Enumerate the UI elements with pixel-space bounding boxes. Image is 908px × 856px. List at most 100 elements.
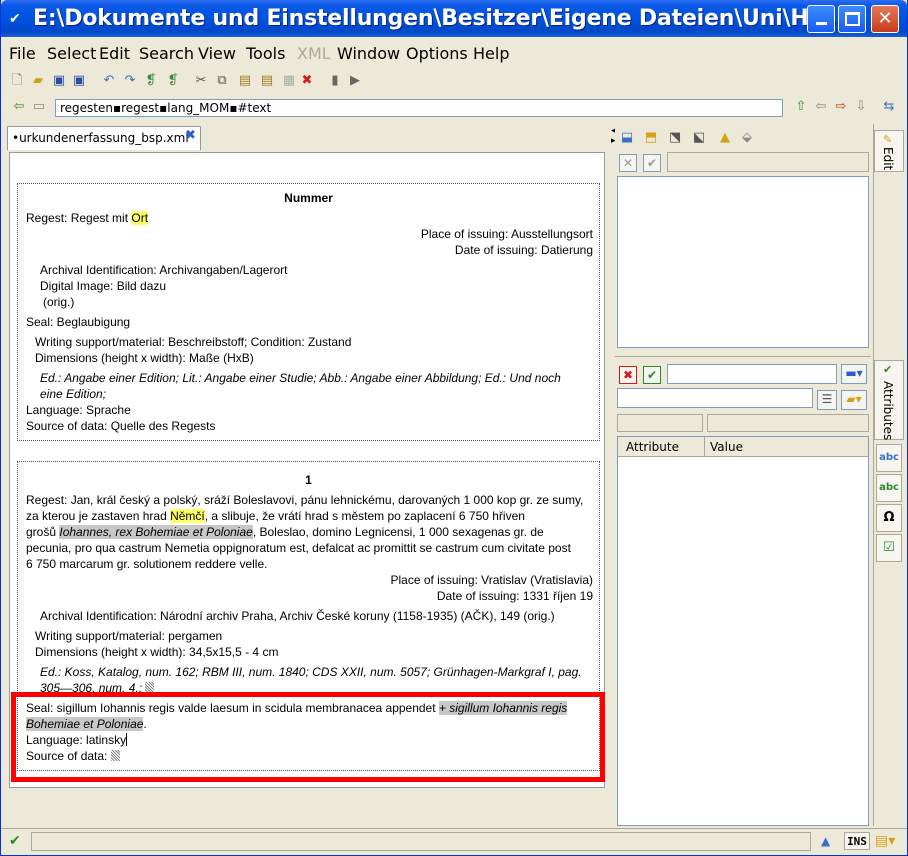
maximize-button[interactable] — [838, 5, 866, 33]
value-list-button[interactable]: ☰ — [817, 390, 837, 410]
move-down-icon[interactable]: ⇩ — [853, 99, 869, 115]
checklist-icon: ☑ — [883, 540, 895, 555]
language[interactable]: Language: Sprache — [26, 402, 131, 418]
dimensions[interactable]: Dimensions (height x width): 34,5x15,5 -… — [35, 644, 278, 660]
scroll-up-icon[interactable]: ▲ — [821, 834, 830, 848]
editions-line2[interactable]: eine Edition; — [40, 386, 106, 402]
delete-icon[interactable]: ✖ — [299, 73, 315, 89]
value-folder-button[interactable]: ▰▾ — [841, 390, 867, 410]
paste-special-icon[interactable]: ▤ — [259, 73, 275, 89]
add-attribute-button[interactable]: ✔ — [643, 366, 661, 384]
regest-line-2[interactable]: za kterou je zastaven hrad Němčí, a slib… — [26, 508, 525, 524]
sync-icon[interactable]: ⇆ — [881, 99, 897, 115]
date-of-issuing[interactable]: Date of issuing: Datierung — [455, 242, 593, 258]
document-tab-label: urkundenerfassung_bsp.xml — [19, 131, 189, 145]
insert-before-icon[interactable]: ⬓ — [619, 130, 635, 146]
tab-close-icon[interactable]: ✖ — [185, 128, 196, 143]
dimensions[interactable]: Dimensions (height x width): Maße (HxB) — [35, 350, 254, 366]
split-icon[interactable]: ▮ — [327, 73, 343, 89]
regest-entry-template[interactable]: Nummer Regest: Regest mit Ort Place of i… — [17, 183, 600, 441]
validation-button[interactable]: ☑ — [876, 534, 902, 562]
clipboard-icon[interactable]: ▤▾ — [875, 833, 895, 849]
writing-support[interactable]: Writing support/material: pergamen — [35, 628, 222, 644]
remove-attribute-button[interactable]: ✖ — [619, 366, 637, 384]
apply-edit-button[interactable]: ✔ — [643, 154, 661, 172]
writing-support[interactable]: Writing support/material: Beschreibstoff… — [35, 334, 351, 350]
original-marker[interactable]: (orig.) — [43, 294, 74, 310]
paste-icon[interactable]: ▤ — [237, 73, 253, 89]
attribute-value-field[interactable] — [617, 388, 813, 408]
regest-line-3[interactable]: grošů Iohannes, rex Bohemiae et Poloniae… — [26, 524, 544, 540]
document-tab[interactable]: •urkundenerfassung_bsp.xml — [7, 126, 201, 150]
menu-options[interactable]: Options — [406, 44, 468, 63]
attribute-table-header: Attribute Value — [618, 437, 868, 457]
undo-icon[interactable]: ↶ — [101, 73, 117, 89]
menu-search[interactable]: Search — [139, 44, 194, 63]
redo-icon[interactable]: ↷ — [122, 73, 138, 89]
save-all-icon[interactable]: ▣ — [71, 73, 87, 89]
digital-image[interactable]: Digital Image: Bild dazu — [40, 278, 166, 294]
attribute-dropdown-button[interactable]: ▬▾ — [841, 364, 867, 384]
menu-edit[interactable]: Edit — [99, 44, 130, 63]
folder-icon: ▰▾ — [846, 392, 862, 406]
attribute-table[interactable]: Attribute Value — [617, 436, 869, 826]
move-right-icon[interactable]: ⇨ — [833, 99, 849, 115]
menu-window[interactable]: Window — [337, 44, 400, 63]
editions-line1[interactable]: Ed.: Koss, Katalog, num. 162; RBM III, n… — [40, 664, 582, 680]
move-up-icon[interactable]: ⇧ — [793, 99, 809, 115]
spellcheck-options-icon[interactable]: ❡ — [165, 73, 181, 89]
spellcheck-panel-button[interactable]: abc — [876, 444, 902, 472]
column-value[interactable]: Value — [710, 440, 743, 454]
insert-child-icon[interactable]: ⬔ — [667, 130, 683, 146]
attribute-name-field[interactable] — [667, 364, 837, 384]
tab-edit[interactable]: ✎ Edit — [874, 130, 904, 172]
special-characters-button[interactable]: Ω — [876, 504, 902, 532]
status-message-area — [31, 832, 811, 851]
cut-icon[interactable]: ✂ — [193, 73, 209, 89]
regest-text: za kterou je zastaven hrad — [26, 509, 171, 523]
tab-attributes[interactable]: ✔ Attributes — [874, 360, 904, 440]
place-of-issuing[interactable]: Place of issuing: Vratislav (Vratislavia… — [390, 572, 593, 588]
cancel-edit-button[interactable]: ✕ — [619, 154, 637, 172]
regest-line-5[interactable]: 6 750 marcarum gr. solutionem reddere ve… — [26, 556, 267, 572]
window-title: E:\Dokumente und Einstellungen\Besitzer\… — [33, 6, 854, 31]
menu-select[interactable]: Select — [47, 44, 96, 63]
title-bar[interactable]: ✔ E:\Dokumente und Einstellungen\Besitze… — [1, 0, 907, 37]
menu-view[interactable]: View — [198, 44, 236, 63]
new-file-icon[interactable]: 🗋 — [9, 73, 25, 89]
column-attribute[interactable]: Attribute — [626, 440, 679, 454]
date-of-issuing[interactable]: Date of issuing: 1331 říjen 19 — [437, 588, 593, 604]
menu-tools[interactable]: Tools — [246, 44, 285, 63]
wrap-element-icon[interactable]: ▲ — [717, 130, 733, 146]
regest-line-4[interactable]: pecunia, pro qua castrum Nemetia oppigno… — [26, 540, 571, 556]
element-list[interactable] — [617, 176, 869, 348]
insert-after-icon[interactable]: ⬒ — [643, 130, 659, 146]
unwrap-element-icon[interactable]: ⬙ — [739, 130, 755, 146]
save-icon[interactable]: ▣ — [51, 73, 67, 89]
tab-attributes-label: Attributes — [881, 381, 895, 441]
minimize-button[interactable] — [807, 5, 835, 33]
insert-mode-indicator[interactable]: INS — [844, 832, 870, 850]
close-button[interactable]: ✕ — [871, 5, 899, 33]
move-left-icon[interactable]: ⇦ — [813, 99, 829, 115]
open-folder-icon[interactable]: ▰ — [30, 73, 46, 89]
spell-list-button[interactable]: abc — [876, 474, 902, 502]
spellcheck-icon[interactable]: ❡ — [143, 73, 159, 89]
editions-line1[interactable]: Ed.: Angabe einer Edition; Lit.: Angabe … — [40, 370, 561, 386]
archival-identification[interactable]: Archival Identification: Národní archiv … — [40, 608, 555, 624]
archival-identification[interactable]: Archival Identification: Archivangaben/L… — [40, 262, 287, 278]
regest-text[interactable]: Regest: Regest mit Ort — [26, 210, 149, 226]
copy-icon[interactable]: ⧉ — [214, 73, 230, 89]
append-child-icon[interactable]: ⬕ — [691, 130, 707, 146]
red-cross-icon: ✖ — [622, 368, 634, 382]
seal[interactable]: Seal: Beglaubigung — [26, 314, 130, 330]
place-of-issuing[interactable]: Place of issuing: Ausstellungsort — [421, 226, 593, 242]
source-of-data[interactable]: Source of data: Quelle des Regests — [26, 418, 215, 434]
regest-line-1[interactable]: Regest: Jan, král český a polský, sráží … — [26, 492, 583, 508]
document-icon[interactable]: ▭ — [31, 99, 47, 115]
menu-help[interactable]: Help — [473, 44, 509, 63]
xpath-field[interactable]: regesten▪regest▪lang_MOM▪#text — [55, 99, 783, 117]
menu-file[interactable]: File — [9, 44, 36, 63]
arrange-icon[interactable]: ▶ — [347, 73, 363, 89]
go-back-icon[interactable]: ⇦ — [11, 99, 27, 115]
